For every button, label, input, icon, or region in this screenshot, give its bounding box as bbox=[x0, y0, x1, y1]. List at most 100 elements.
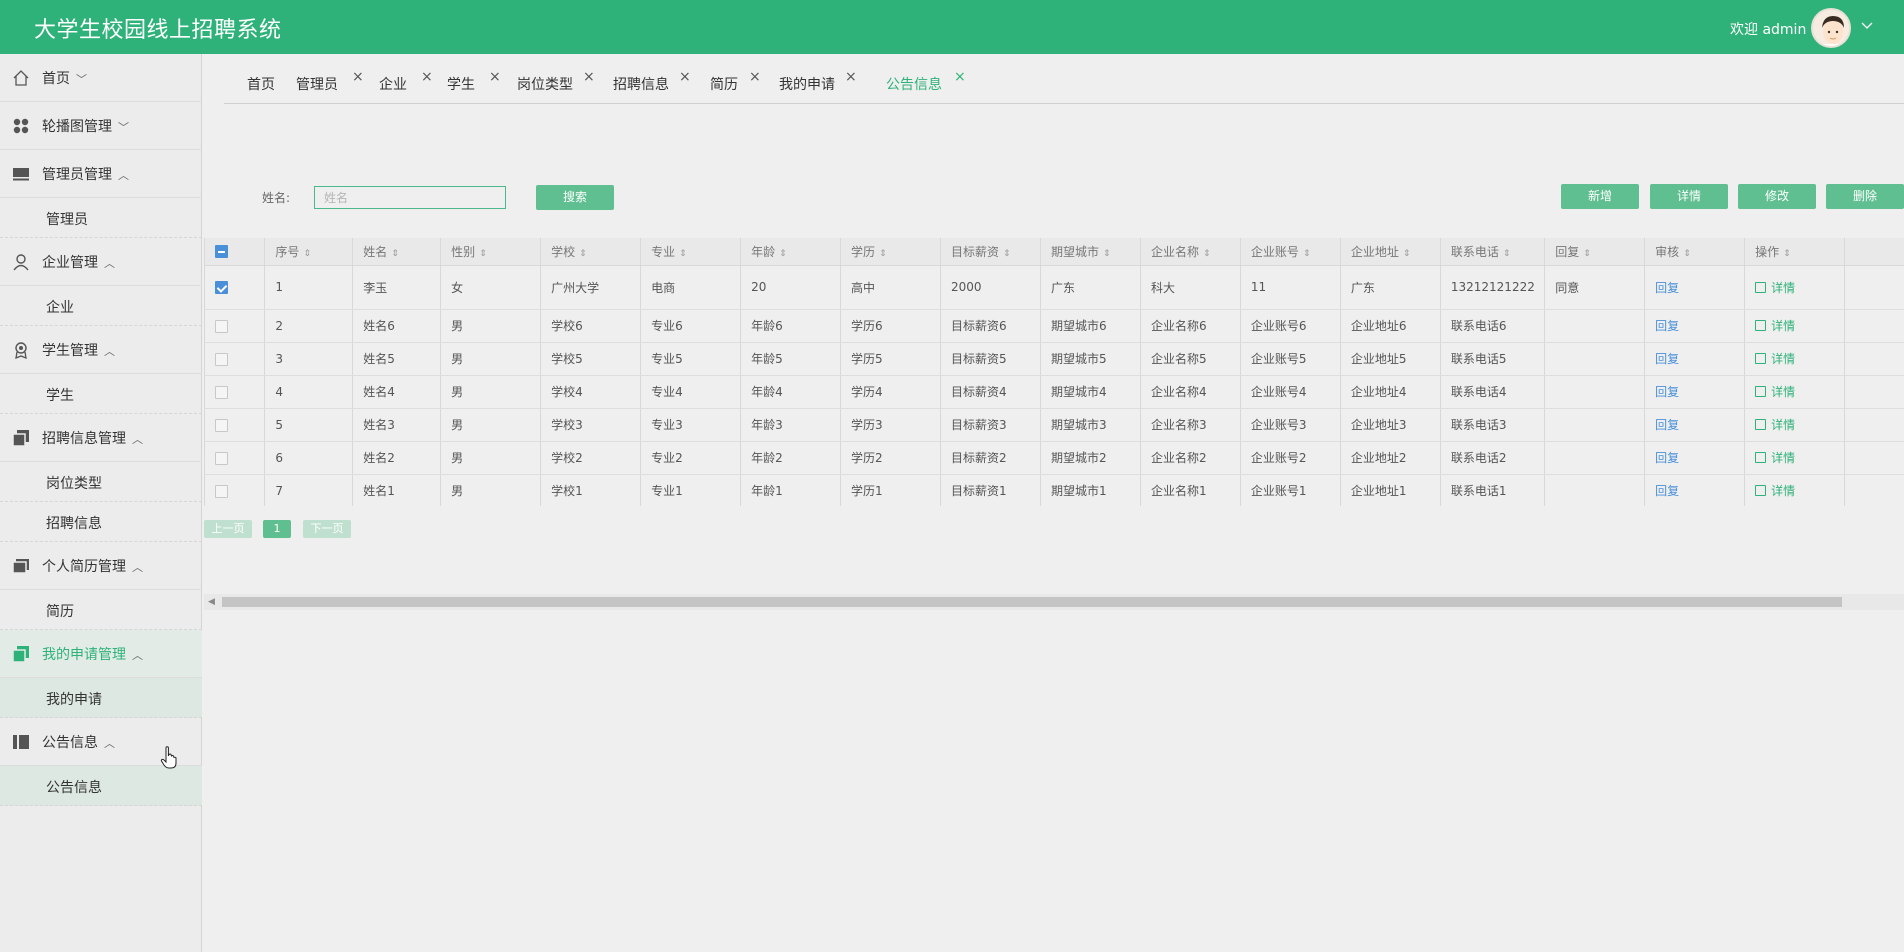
tab-notice[interactable]: 公告信息 × bbox=[886, 69, 966, 94]
reply-link-cell[interactable]: 回复 bbox=[1644, 408, 1745, 442]
row-select-cell[interactable] bbox=[204, 375, 265, 409]
sidebar-item-student-mgmt[interactable]: 学生管理 ︿ bbox=[0, 326, 202, 374]
column-header[interactable]: 企业地址 ⇕ bbox=[1339, 238, 1441, 266]
sort-icon[interactable]: ⇕ bbox=[391, 249, 399, 259]
tab-company[interactable]: 企业 × bbox=[379, 69, 433, 94]
reply-link-cell[interactable]: 回复 bbox=[1644, 474, 1745, 506]
row-checkbox[interactable] bbox=[215, 319, 228, 333]
reply-link-cell[interactable]: 回复 bbox=[1644, 342, 1745, 376]
column-header[interactable]: 审核 ⇕ bbox=[1644, 238, 1745, 266]
reply-link-cell[interactable]: 回复 bbox=[1644, 309, 1745, 343]
sort-icon[interactable]: ⇕ bbox=[1583, 249, 1591, 259]
sort-icon[interactable]: ⇕ bbox=[1503, 249, 1511, 259]
sort-icon[interactable]: ⇕ bbox=[1303, 249, 1311, 259]
row-select-cell[interactable] bbox=[204, 265, 265, 310]
horizontal-scrollbar[interactable]: ◀ bbox=[204, 594, 1904, 610]
table-row[interactable]: 1 李玉女广州大学 电商 20 高中 2000 广东 科大 11 广东 13212121222 同意回… bbox=[204, 265, 1904, 310]
sort-icon[interactable]: ⇕ bbox=[303, 249, 311, 259]
select-all-cell[interactable] bbox=[204, 238, 265, 266]
tab-student[interactable]: 学生 × bbox=[447, 69, 501, 94]
reply-link[interactable]: 回复 bbox=[1655, 385, 1679, 399]
sidebar-item-admin-mgmt[interactable]: 管理员管理 ︿ bbox=[0, 150, 202, 198]
column-header[interactable]: 年龄 ⇕ bbox=[740, 238, 841, 266]
action-cell[interactable]: 详情 bbox=[1744, 342, 1845, 376]
reply-link[interactable]: 回复 bbox=[1655, 451, 1679, 465]
sidebar-subitem-student[interactable]: 学生 bbox=[0, 374, 202, 414]
action-cell[interactable]: 详情 bbox=[1744, 265, 1845, 310]
sort-icon[interactable]: ⇕ bbox=[779, 249, 787, 259]
sort-icon[interactable]: ⇕ bbox=[1103, 249, 1111, 259]
table-row[interactable]: 2 姓名6 男学校6 专业6 年龄6 学历6 目标薪资6 期望城市6 企业名称6 企业账号6 企业地… bbox=[204, 309, 1904, 343]
column-header[interactable]: 姓名 ⇕ bbox=[352, 238, 441, 266]
row-select-cell[interactable] bbox=[204, 309, 265, 343]
column-header[interactable]: 性别 ⇕ bbox=[440, 238, 541, 266]
close-icon[interactable]: × bbox=[583, 69, 595, 85]
sidebar-subitem-recruit-info[interactable]: 招聘信息 bbox=[0, 502, 202, 542]
sidebar-subitem-resume[interactable]: 简历 bbox=[0, 590, 202, 630]
detail-link[interactable]: 详情 bbox=[1755, 418, 1795, 432]
close-icon[interactable]: × bbox=[679, 69, 691, 85]
sort-icon[interactable]: ⇕ bbox=[579, 249, 587, 259]
detail-link[interactable]: 详情 bbox=[1755, 352, 1795, 366]
row-checkbox[interactable] bbox=[215, 352, 228, 366]
sort-icon[interactable]: ⇕ bbox=[1683, 249, 1691, 259]
sidebar-item-home[interactable]: 首页 ﹀ bbox=[0, 54, 202, 102]
sidebar-subitem-notice[interactable]: 公告信息 bbox=[0, 766, 202, 806]
action-cell[interactable]: 详情 bbox=[1744, 375, 1845, 409]
sidebar-item-carousel[interactable]: 轮播图管理 ﹀ bbox=[0, 102, 202, 150]
detail-link[interactable]: 详情 bbox=[1755, 385, 1795, 399]
scrollbar-thumb[interactable] bbox=[222, 597, 1842, 607]
avatar[interactable] bbox=[1811, 8, 1851, 48]
tab-job-type[interactable]: 岗位类型 × bbox=[517, 69, 595, 94]
reply-link[interactable]: 回复 bbox=[1655, 319, 1679, 333]
search-button[interactable]: 搜索 bbox=[536, 185, 614, 210]
column-header[interactable]: 期望城市 ⇕ bbox=[1039, 238, 1141, 266]
close-icon[interactable]: × bbox=[954, 69, 966, 85]
close-icon[interactable]: × bbox=[845, 69, 857, 85]
sidebar-item-application-mgmt[interactable]: 我的申请管理 ︿ bbox=[0, 630, 202, 678]
row-checkbox[interactable] bbox=[215, 385, 228, 399]
detail-link[interactable]: 详情 bbox=[1755, 281, 1795, 295]
table-row[interactable]: 4 姓名4 男学校4 专业4 年龄4 学历4 目标薪资4 期望城市4 企业名称4 企业账号4 企业地… bbox=[204, 375, 1904, 409]
sidebar-item-company-mgmt[interactable]: 企业管理 ︿ bbox=[0, 238, 202, 286]
table-row[interactable]: 6 姓名2 男学校2 专业2 年龄2 学历2 目标薪资2 期望城市2 企业名称2 企业账号2 企业地… bbox=[204, 441, 1904, 475]
detail-link[interactable]: 详情 bbox=[1755, 484, 1795, 498]
edit-button[interactable]: 修改 bbox=[1738, 184, 1816, 209]
row-checkbox[interactable] bbox=[215, 451, 228, 465]
reply-link[interactable]: 回复 bbox=[1655, 281, 1679, 295]
reply-link[interactable]: 回复 bbox=[1655, 352, 1679, 366]
reply-link-cell[interactable]: 回复 bbox=[1644, 375, 1745, 409]
detail-link[interactable]: 详情 bbox=[1755, 451, 1795, 465]
column-header[interactable]: 操作 ⇕ bbox=[1744, 238, 1845, 266]
reply-link[interactable]: 回复 bbox=[1655, 484, 1679, 498]
column-header[interactable]: 回复 ⇕ bbox=[1544, 238, 1645, 266]
sidebar-subitem-application[interactable]: 我的申请 bbox=[0, 678, 202, 718]
select-all-checkbox[interactable] bbox=[215, 245, 228, 259]
table-row[interactable]: 5 姓名3 男学校3 专业3 年龄3 学历3 目标薪资3 期望城市3 企业名称3 企业账号3 企业地… bbox=[204, 408, 1904, 442]
row-select-cell[interactable] bbox=[204, 342, 265, 376]
column-header[interactable]: 目标薪资 ⇕ bbox=[940, 238, 1041, 266]
prev-page-button[interactable]: 上一页 bbox=[204, 520, 252, 538]
row-select-cell[interactable] bbox=[204, 474, 265, 506]
sort-icon[interactable]: ⇕ bbox=[1783, 249, 1791, 259]
column-header[interactable]: 专业 ⇕ bbox=[640, 238, 741, 266]
sort-icon[interactable]: ⇕ bbox=[1203, 249, 1211, 259]
reply-link[interactable]: 回复 bbox=[1655, 418, 1679, 432]
sidebar-item-recruit-mgmt[interactable]: 招聘信息管理 ︿ bbox=[0, 414, 202, 462]
column-header[interactable]: 序号 ⇕ bbox=[264, 238, 353, 266]
sort-icon[interactable]: ⇕ bbox=[1003, 249, 1011, 259]
column-header[interactable]: 企业名称 ⇕ bbox=[1139, 238, 1241, 266]
column-header[interactable]: 学历 ⇕ bbox=[840, 238, 941, 266]
sidebar-subitem-job-type[interactable]: 岗位类型 bbox=[0, 462, 202, 502]
sort-icon[interactable]: ⇕ bbox=[1403, 249, 1411, 259]
tab-admin[interactable]: 管理员 × bbox=[296, 69, 364, 94]
row-checkbox[interactable] bbox=[215, 484, 228, 498]
action-cell[interactable]: 详情 bbox=[1744, 309, 1845, 343]
detail-link[interactable]: 详情 bbox=[1755, 319, 1795, 333]
row-checkbox[interactable] bbox=[215, 281, 228, 294]
chevron-down-icon[interactable] bbox=[1860, 18, 1874, 32]
page-number-button[interactable]: 1 bbox=[263, 520, 291, 538]
search-input[interactable] bbox=[314, 186, 506, 209]
tab-recruit-info[interactable]: 招聘信息 × bbox=[613, 69, 691, 94]
table-row[interactable]: 7 姓名1 男学校1 专业1 年龄1 学历1 目标薪资1 期望城市1 企业名称1 企业账号1 企业地… bbox=[204, 474, 1904, 506]
